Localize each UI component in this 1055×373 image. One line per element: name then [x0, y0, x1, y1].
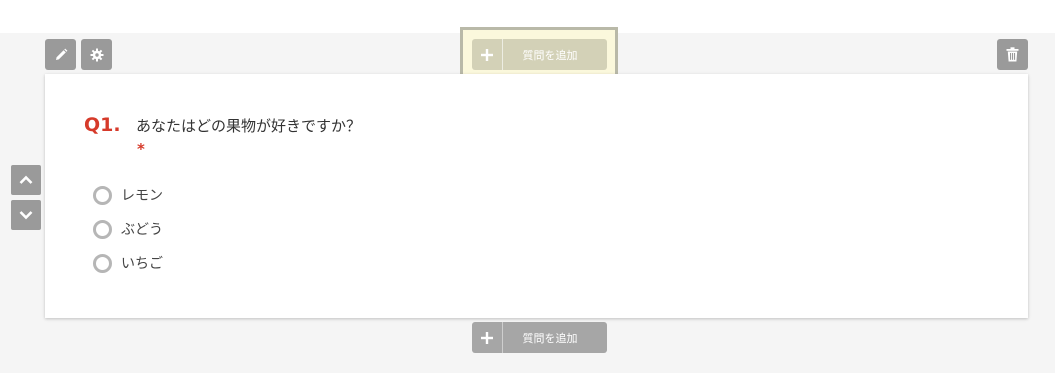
option-label: いちご — [121, 256, 163, 272]
plus-icon — [472, 322, 503, 353]
option-lemon[interactable]: レモン — [93, 185, 163, 205]
add-question-top-highlight: 質問を追加 — [460, 27, 618, 81]
add-question-label: 質問を追加 — [522, 331, 578, 345]
chevron-down-icon — [19, 211, 33, 220]
radio-button[interactable] — [93, 219, 112, 239]
gear-icon — [90, 48, 103, 61]
pencil-icon — [55, 48, 67, 60]
option-label: ぶどう — [121, 222, 163, 238]
required-mark: * — [137, 140, 145, 158]
option-grape[interactable]: ぶどう — [93, 219, 163, 239]
question-card: Q1. あなたはどの果物が好きですか？ * レモン ぶどう いちご — [45, 74, 1028, 318]
option-strawberry[interactable]: いちご — [93, 253, 163, 273]
add-question-bottom-button[interactable]: 質問を追加 — [472, 322, 607, 353]
question-text: あなたはどの果物が好きですか？ — [136, 117, 362, 135]
delete-question-button[interactable] — [997, 39, 1028, 70]
add-question-label: 質問を追加 — [522, 48, 578, 62]
chevron-up-icon — [19, 175, 33, 184]
option-label: レモン — [121, 188, 163, 204]
add-question-top-button[interactable]: 質問を追加 — [472, 39, 607, 70]
question-number: Q1. — [84, 114, 121, 136]
plus-icon — [472, 39, 503, 70]
radio-button[interactable] — [93, 253, 112, 273]
edit-question-button[interactable] — [45, 39, 76, 70]
question-settings-button[interactable] — [81, 39, 112, 70]
move-up-button[interactable] — [11, 165, 41, 195]
radio-button[interactable] — [93, 185, 112, 205]
move-down-button[interactable] — [11, 200, 41, 230]
trash-icon — [1006, 47, 1019, 62]
